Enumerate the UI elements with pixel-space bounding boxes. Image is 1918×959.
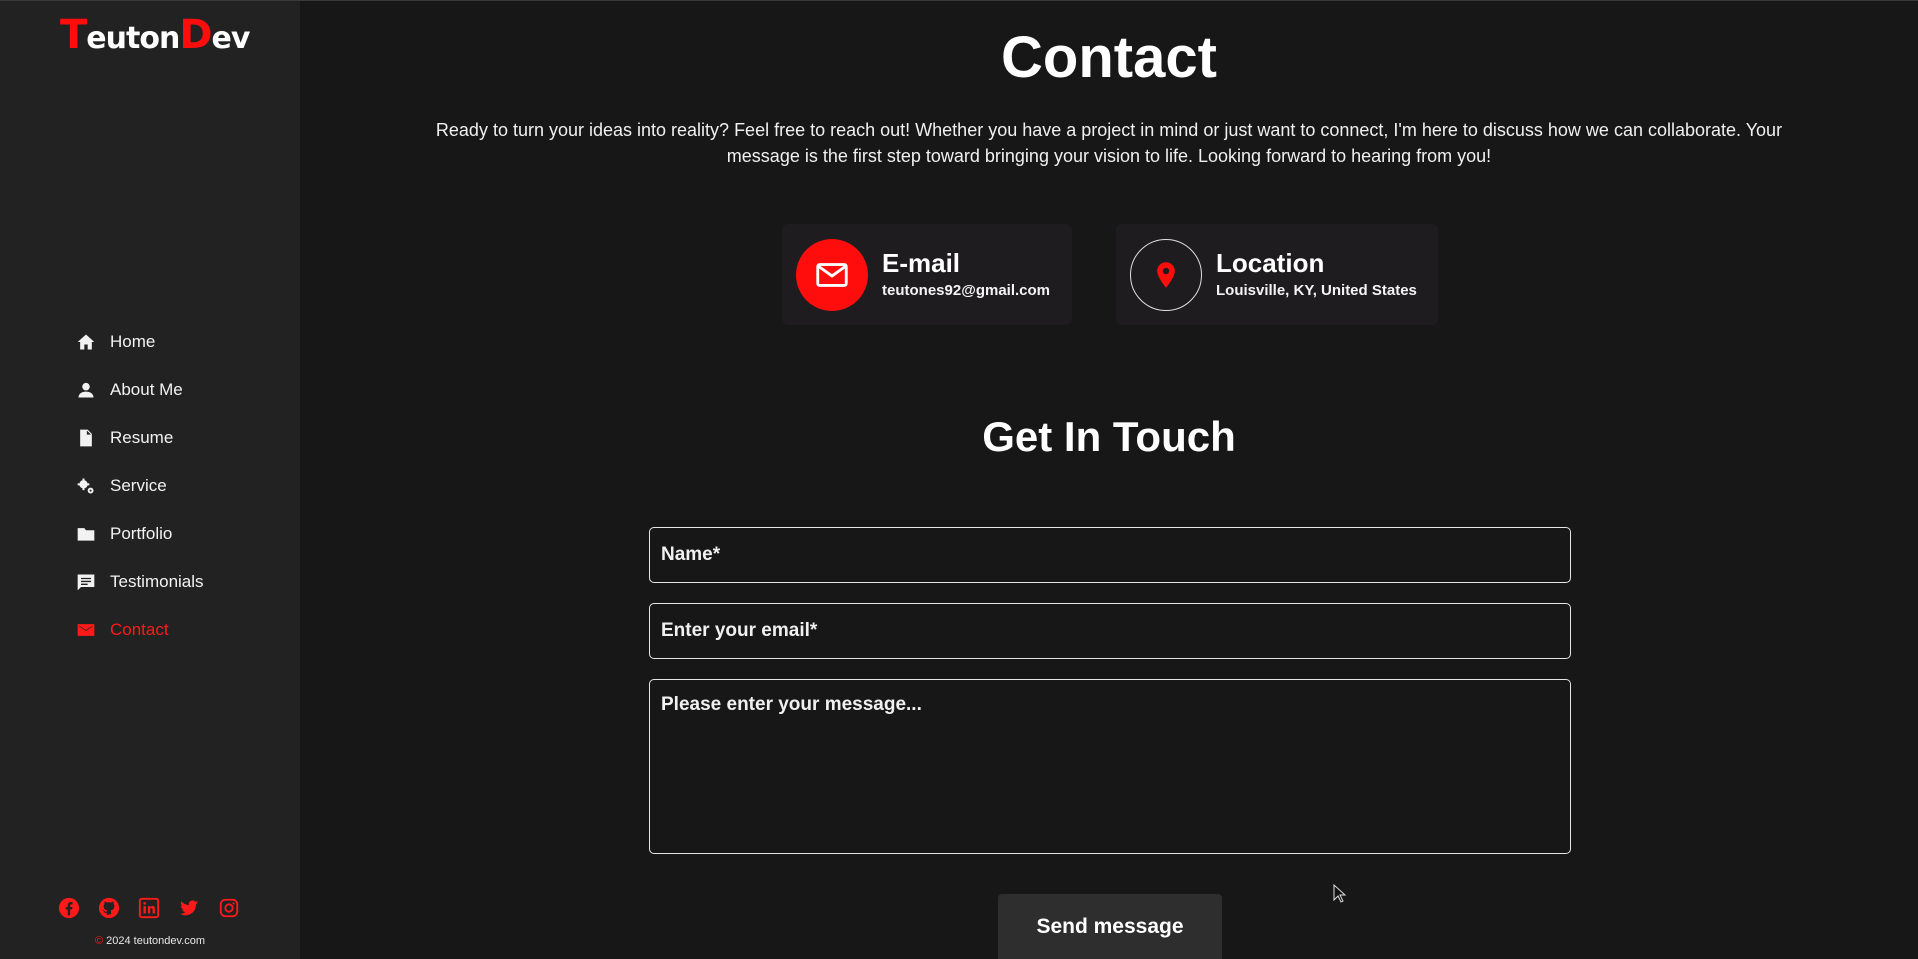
page-title: Contact [1001,25,1217,90]
sidebar-item-label: Home [110,332,156,351]
sidebar-item-service[interactable]: Service [75,462,275,510]
copyright: © 2024 teutondev.com [0,935,300,947]
email-card: E-mail teutones92@gmail.com [782,224,1072,325]
twitter-icon[interactable] [178,897,200,919]
sidebar: TeutonDev Home About Me Resume Service P… [0,1,300,959]
logo-letter-d: D [179,12,212,58]
form-heading: Get In Touch [982,413,1236,460]
person-icon [75,379,97,401]
social-links [58,897,240,919]
email-card-title: E-mail [882,247,961,278]
copyright-symbol: © [94,935,104,947]
location-card: Location Louisville, KY, United States [1116,224,1438,325]
send-message-button[interactable]: Send message [998,894,1222,959]
email-input[interactable] [649,603,1571,659]
sidebar-item-label: About Me [110,380,183,399]
logo-letter-t: T [60,12,87,58]
copyright-text: 2024 teutondev.com [103,935,206,947]
home-icon [75,331,97,353]
email-address[interactable]: teutones92@gmail.com [882,280,1050,302]
mouse-cursor-icon [1333,884,1347,903]
location-card-title: Location [1216,247,1325,278]
gears-icon [75,475,97,497]
sidebar-item-portfolio[interactable]: Portfolio [75,510,275,558]
sidebar-item-label: Contact [110,620,169,639]
instagram-icon[interactable] [218,897,240,919]
location-pin-icon [1130,238,1202,311]
sidebar-item-label: Portfolio [110,524,173,543]
location-value: Louisville, KY, United States [1216,281,1417,299]
linkedin-icon[interactable] [138,897,160,919]
mail-icon [75,619,97,641]
intro-text: Ready to turn your ideas into reality? F… [435,120,1783,166]
sidebar-item-label: Service [110,476,167,495]
sidebar-item-about-me[interactable]: About Me [75,366,275,414]
name-input[interactable] [649,527,1571,583]
comment-icon [75,571,97,593]
brand-logo[interactable]: TeutonDev [60,12,251,59]
message-textarea[interactable] [649,679,1571,854]
document-icon [75,427,97,449]
sidebar-item-testimonials[interactable]: Testimonials [75,558,275,606]
github-icon[interactable] [98,897,120,919]
sidebar-item-label: Resume [110,428,174,447]
logo-text-mid: euton [86,21,180,56]
envelope-icon [796,238,868,311]
sidebar-item-label: Testimonials [110,572,204,591]
sidebar-item-resume[interactable]: Resume [75,414,275,462]
sidebar-nav: Home About Me Resume Service Portfolio T… [75,318,275,654]
facebook-icon[interactable] [58,897,80,919]
sidebar-item-contact[interactable]: Contact [75,606,275,654]
folder-icon [75,523,97,545]
logo-text-end: ev [211,21,251,56]
sidebar-item-home[interactable]: Home [75,318,275,366]
main-content: Contact Ready to turn your ideas into re… [300,1,1918,959]
